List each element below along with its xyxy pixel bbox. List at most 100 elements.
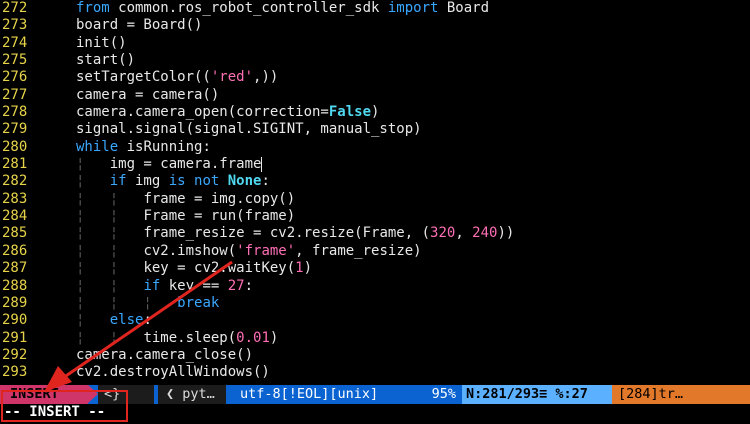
code-token: ) [269, 329, 279, 346]
line-number: 288 [2, 277, 28, 294]
code-line[interactable]: 280 while isRunning: [0, 139, 750, 156]
code-line[interactable]: 292 camera.camera_close() [0, 347, 750, 364]
line-number: 274 [2, 34, 28, 51]
code-line[interactable]: 272 from common.ros_robot_controller_sdk … [0, 0, 750, 17]
percent-segment: 95% [431, 386, 456, 402]
chevron-left-icon: ❮ [166, 386, 183, 402]
code-token: img [126, 173, 169, 190]
command-line[interactable]: -- INSERT -- [0, 404, 750, 424]
code-token: : [244, 277, 254, 294]
code-token: board = Board() [76, 17, 203, 34]
code-token: if [109, 173, 127, 190]
code-text: ¦ img = camera.frame [44, 156, 263, 173]
indent-guide: ¦ ¦ ¦ [76, 294, 178, 311]
code-line[interactable]: 288 ¦ ¦ if key == 27: [0, 278, 750, 295]
code-token: None [227, 173, 262, 190]
line-number: 289 [2, 294, 28, 311]
code-token: setTargetColor(( [76, 69, 211, 86]
code-token: Board [438, 0, 490, 16]
code-text: signal.signal(signal.SIGINT, manual_stop… [44, 121, 422, 138]
code-token: break [177, 294, 220, 311]
indent-guide: ¦ ¦ [76, 329, 144, 346]
line-number: 283 [2, 190, 28, 207]
indent-guide: ¦ ¦ [76, 242, 144, 259]
line-number: 286 [2, 242, 28, 259]
line-number: 293 [2, 364, 28, 381]
code-token: time.sleep( [143, 329, 237, 346]
indent-guide: ¦ [76, 173, 110, 190]
code-token: frame_resize = cv2.resize(Frame, ( [143, 225, 431, 242]
code-token: cv2.destroyAllWindows() [76, 364, 270, 381]
code-token: ) [303, 260, 313, 277]
code-line[interactable]: 289 ¦ ¦ ¦ break [0, 295, 750, 312]
code-text: ¦ ¦ Frame = run(frame) [44, 208, 295, 225]
code-line[interactable]: 276 setTargetColor(('red',)) [0, 69, 750, 86]
code-token: start() [76, 52, 136, 69]
code-text: ¦ ¦ time.sleep(0.01) [44, 330, 278, 347]
code-text: setTargetColor(('red',)) [44, 69, 278, 86]
code-token: cv2.imshow( [143, 242, 237, 259]
code-token: 240 [472, 225, 498, 242]
code-text: ¦ ¦ if key == 27: [44, 278, 253, 295]
code-text: ¦ else: [44, 312, 152, 329]
code-text: ¦ ¦ cv2.imshow('frame', frame_resize) [44, 243, 422, 260]
code-line[interactable]: 274 init() [0, 35, 750, 52]
code-line[interactable]: 283 ¦ ¦ frame = img.copy() [0, 191, 750, 208]
code-line[interactable]: 273 board = Board() [0, 17, 750, 34]
branch-segment: <} [98, 385, 154, 404]
code-line[interactable]: 278 camera.camera_open(correction=False) [0, 104, 750, 121]
code-token: camera.camera_open(correction= [76, 104, 329, 121]
code-token: import [387, 0, 439, 16]
code-token: camera = camera() [76, 86, 220, 103]
code-token: if [143, 277, 161, 294]
line-number: 285 [2, 225, 28, 242]
filetype-label: pyt… [182, 386, 215, 402]
code-line[interactable]: 277 camera = camera() [0, 87, 750, 104]
code-token: , [455, 225, 473, 242]
line-number: 281 [2, 156, 28, 173]
code-token: : [261, 173, 270, 190]
code-line[interactable]: 290 ¦ else: [0, 312, 750, 329]
line-number: 291 [2, 329, 28, 346]
code-token: Frame = run(frame) [143, 208, 296, 225]
indent-guide: ¦ ¦ [76, 260, 144, 277]
code-line[interactable]: 275 start() [0, 52, 750, 69]
code-line[interactable]: 281 ¦ img = camera.frame [0, 156, 750, 173]
line-number: 273 [2, 17, 28, 34]
indent-guide: ¦ [76, 312, 110, 329]
code-text: from common.ros_robot_controller_sdk imp… [44, 0, 489, 17]
encoding-segment: utf-8[!EOL][unix] [240, 386, 379, 402]
code-token: ,)) [253, 69, 279, 86]
code-line[interactable]: 286 ¦ ¦ cv2.imshow('frame', frame_resize) [0, 243, 750, 260]
code-line[interactable]: 279 signal.signal(signal.SIGINT, manual_s… [0, 121, 750, 138]
line-number: 284 [2, 208, 28, 225]
editor-buffer[interactable]: 272 from common.ros_robot_controller_sdk … [0, 0, 750, 382]
line-number: 275 [2, 52, 28, 69]
code-token: False [328, 104, 372, 121]
code-text: while isRunning: [44, 139, 211, 156]
code-token: while [76, 138, 119, 155]
code-token: 27 [227, 277, 245, 294]
code-token: init() [76, 34, 127, 51]
code-line[interactable]: 282 ¦ if img is not None: [0, 173, 750, 190]
indent-guide: ¦ [76, 156, 110, 173]
code-text: board = Board() [44, 17, 202, 34]
code-token: else [109, 312, 144, 329]
code-token: from [76, 0, 110, 16]
indent-guide: ¦ ¦ [76, 225, 144, 242]
indent-guide: ¦ ¦ [76, 208, 144, 225]
code-text: camera.camera_open(correction=False) [44, 104, 379, 121]
code-line[interactable]: 291 ¦ ¦ time.sleep(0.01) [0, 330, 750, 347]
line-number: 280 [2, 138, 28, 155]
code-line[interactable]: 284 ¦ ¦ Frame = run(frame) [0, 208, 750, 225]
code-line[interactable]: 285 ¦ ¦ frame_resize = cv2.resize(Frame, … [0, 225, 750, 242]
line-number: 272 [2, 0, 28, 16]
code-text: camera = camera() [44, 87, 219, 104]
code-token: signal.signal(signal.SIGINT, manual_stop… [76, 121, 422, 138]
code-text: ¦ ¦ frame_resize = cv2.resize(Frame, (32… [44, 225, 514, 242]
line-number: 277 [2, 86, 28, 103]
code-token: ) [371, 104, 380, 121]
code-line[interactable]: 293 cv2.destroyAllWindows() [0, 364, 750, 381]
code-line[interactable]: 287 ¦ ¦ key = cv2.waitKey(1) [0, 260, 750, 277]
